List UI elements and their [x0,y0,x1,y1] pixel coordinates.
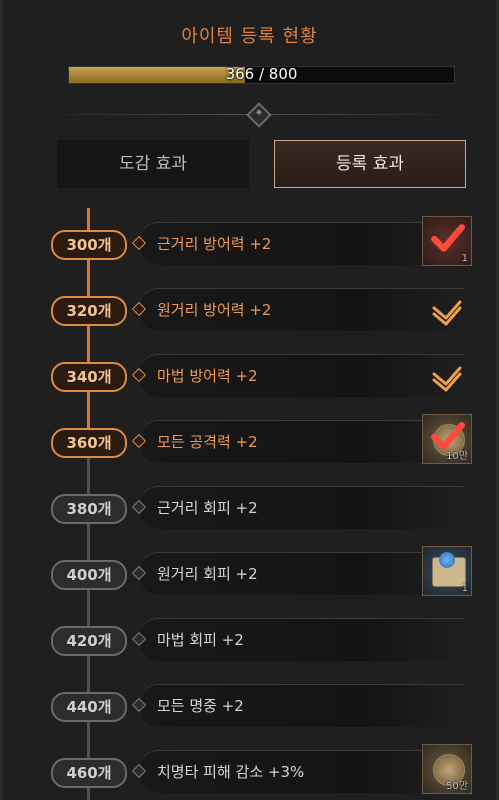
milestone-row: 300개 근거리 방어력 +2 1 [0,216,499,268]
milestone-count-badge: 420개 [51,626,127,656]
effect-bar: 모든 공격력 +2 [140,420,464,463]
effect-bar: 치명타 피해 감소 +3% [140,750,464,793]
double-check-icon [430,296,464,330]
effect-label: 모든 공격력 +2 [157,433,258,451]
milestone-count-badge: 380개 [51,494,127,524]
milestone-count-badge: 400개 [51,560,127,590]
milestone-row: 400개 원거리 회피 +2 1 [0,546,499,598]
effect-bar: 마법 회피 +2 [140,618,464,661]
milestone-row: 420개 마법 회피 +2 [0,614,499,664]
reward-quantity: 50만 [446,781,468,792]
effect-label: 모든 명중 +2 [157,697,244,715]
effect-bar: 근거리 회피 +2 [140,486,464,529]
registration-progress-bar: 366 / 800 [68,65,455,84]
reward-item-slot[interactable]: 1 [422,216,472,266]
reward-item-slot[interactable]: 10만 [422,414,472,464]
milestone-count-badge: 360개 [51,428,127,458]
reward-quantity: 1 [461,253,468,264]
effect-bar: 원거리 방어력 +2 [140,288,464,331]
effect-label: 마법 회피 +2 [157,631,244,649]
effect-label: 근거리 방어력 +2 [157,235,272,253]
milestone-count-badge: 300개 [51,230,127,260]
milestone-count-badge: 460개 [51,758,127,788]
effect-label: 원거리 방어력 +2 [157,301,272,319]
progress-text: 366 / 800 [225,65,298,83]
reward-quantity: 10만 [446,451,468,462]
tab-registration-effect[interactable]: 등록 효과 [274,140,466,188]
reward-quantity: 1 [461,583,468,594]
page-title: 아이템 등록 현황 [181,26,318,47]
milestone-count-badge: 440개 [51,692,127,722]
effect-bar: 근거리 방어력 +2 [140,222,464,265]
milestone-row: 460개 치명타 피해 감소 +3% 50만 [0,744,499,796]
milestone-row: 320개 원거리 방어력 +2 [0,284,499,334]
reward-item-slot[interactable]: 50만 [422,744,472,794]
double-check-icon [430,362,464,396]
effect-bar: 모든 명중 +2 [140,684,464,727]
milestone-row: 360개 모든 공격력 +2 10만 [0,414,499,466]
milestone-row: 380개 근거리 회피 +2 [0,482,499,532]
effect-label: 치명타 피해 감소 +3% [157,763,305,781]
claimed-check-icon [430,221,466,261]
milestone-row: 340개 마법 방어력 +2 [0,350,499,400]
effect-bar: 원거리 회피 +2 [140,552,464,595]
tab-collection-effect[interactable]: 도감 효과 [57,140,249,188]
effect-label: 마법 방어력 +2 [157,367,258,385]
effect-label: 근거리 회피 +2 [157,499,258,517]
milestone-count-badge: 320개 [51,296,127,326]
effect-label: 원거리 회피 +2 [157,565,258,583]
divider-diamond-icon [246,102,272,128]
milestone-count-badge: 340개 [51,362,127,392]
reward-item-slot[interactable]: 1 [422,546,472,596]
milestone-row: 440개 모든 명중 +2 [0,680,499,730]
effect-bar: 마법 방어력 +2 [140,354,464,397]
